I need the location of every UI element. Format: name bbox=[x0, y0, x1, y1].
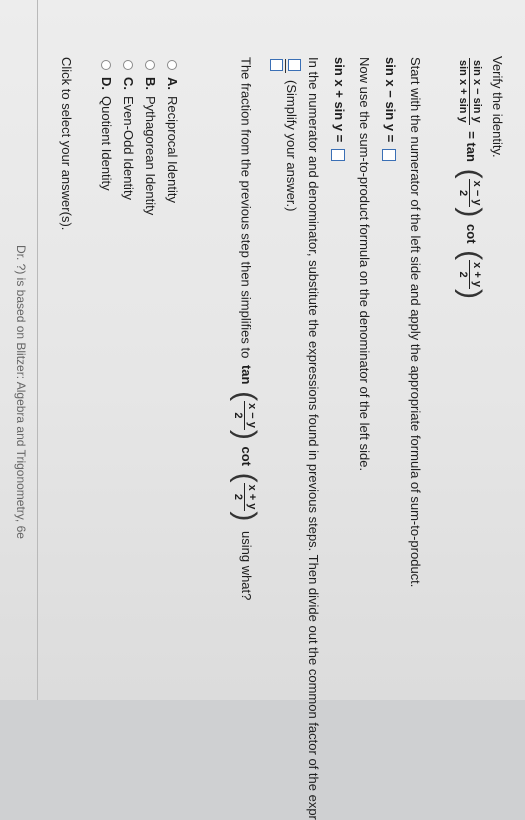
cot-label: cot bbox=[463, 224, 479, 244]
paren-close: ) bbox=[454, 288, 487, 299]
step4-cot-argument: x + y 2 bbox=[232, 482, 259, 512]
step3-instruction: In the numerator and denominator, substi… bbox=[306, 57, 321, 820]
option-letter: A. bbox=[165, 77, 180, 90]
lhs-denominator: sin x + sin y bbox=[457, 60, 470, 123]
footer-divider bbox=[37, 0, 38, 700]
paren-open: ( bbox=[229, 472, 262, 483]
option-a[interactable]: A. Reciprocal Identity bbox=[165, 60, 180, 203]
option-letter: C. bbox=[121, 77, 136, 90]
simplify-note: (Simplify your answer.) bbox=[284, 80, 299, 212]
fraction-bar bbox=[285, 59, 286, 73]
radio-button[interactable] bbox=[145, 60, 156, 70]
fraction-denominator-box[interactable] bbox=[270, 59, 283, 71]
cot-denominator: 2 bbox=[457, 271, 470, 278]
option-label: Even-Odd Identity bbox=[121, 96, 136, 201]
step4-cot-denominator: 2 bbox=[232, 493, 245, 501]
cot-numerator: x + y bbox=[469, 260, 484, 289]
option-letter: B. bbox=[143, 77, 158, 90]
fraction-answer-input[interactable] bbox=[267, 59, 301, 73]
option-label: Pythagorean Identity bbox=[143, 96, 158, 216]
tan-denominator: 2 bbox=[457, 189, 470, 197]
click-hint: Click to select your answer(s). bbox=[59, 57, 74, 231]
paren-close: ) bbox=[229, 511, 262, 522]
cot-argument: x + y 2 bbox=[457, 260, 484, 289]
screen: Verify the identity. sin x − sin y sin x… bbox=[0, 0, 525, 820]
step2-expr-text: sin x + sin y = bbox=[332, 57, 347, 143]
radio-button[interactable] bbox=[101, 60, 112, 70]
equals-tan: = tan bbox=[463, 131, 479, 163]
step1-instruction: Start with the numerator of the left sid… bbox=[408, 57, 423, 588]
question-panel: Verify the identity. sin x − sin y sin x… bbox=[0, 0, 525, 820]
step1-expr-text: sin x − sin y = bbox=[383, 57, 398, 143]
step2-answer-box[interactable] bbox=[331, 148, 346, 161]
paren-open: ( bbox=[454, 250, 487, 261]
option-label: Quotient Identity bbox=[99, 96, 114, 191]
fraction-numerator-box[interactable] bbox=[288, 59, 301, 71]
tan-numerator: x − y bbox=[469, 178, 484, 208]
step2-instruction: Now use the sum-to-product formula on th… bbox=[357, 57, 372, 472]
prompt-text: Verify the identity. bbox=[490, 56, 505, 158]
option-b[interactable]: B. Pythagorean Identity bbox=[143, 60, 158, 215]
step4-tan-argument: x − y 2 bbox=[232, 401, 259, 430]
option-letter: D. bbox=[99, 77, 114, 90]
option-label: Reciprocal Identity bbox=[165, 96, 180, 203]
step4-tan-denominator: 2 bbox=[232, 412, 245, 419]
step4-cot: cot bbox=[238, 446, 254, 466]
radio-button[interactable] bbox=[123, 60, 134, 70]
tan-argument: x − y 2 bbox=[457, 178, 484, 208]
step4-pre-text: The fraction from the previous step then… bbox=[238, 57, 254, 359]
identity-equation: sin x − sin y sin x + sin y = tan ( x − … bbox=[454, 58, 487, 299]
radio-button[interactable] bbox=[167, 60, 178, 70]
step4-question: The fraction from the previous step then… bbox=[229, 57, 262, 601]
step1-answer-box[interactable] bbox=[382, 148, 397, 161]
footer-credit: Dr. ?) is based on Blitzer: Algebra and … bbox=[14, 245, 28, 539]
step1-expression: sin x − sin y = bbox=[382, 57, 398, 161]
step4-post-text: using what? bbox=[238, 531, 254, 601]
option-c[interactable]: C. Even-Odd Identity bbox=[121, 60, 136, 200]
step4-tan: tan bbox=[238, 364, 254, 385]
paren-open: ( bbox=[454, 168, 487, 179]
step4-tan-numerator: x − y bbox=[244, 401, 259, 430]
step2-expression: sin x + sin y = bbox=[331, 57, 347, 161]
paren-close: ) bbox=[454, 207, 487, 218]
paren-open: ( bbox=[229, 391, 262, 402]
lhs-fraction: sin x − sin y sin x + sin y bbox=[457, 58, 484, 125]
step4-cot-numerator: x + y bbox=[244, 482, 259, 512]
paren-close: ) bbox=[229, 429, 262, 440]
lhs-numerator: sin x − sin y bbox=[469, 58, 484, 125]
option-d[interactable]: D. Quotient Identity bbox=[99, 60, 114, 191]
